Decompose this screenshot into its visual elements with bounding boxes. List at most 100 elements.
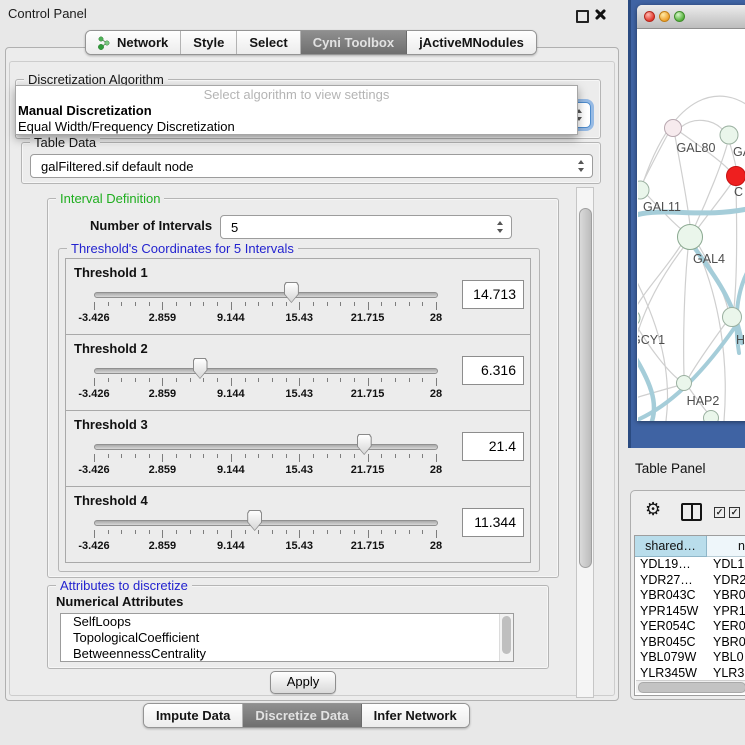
tab-select[interactable]: Select: [237, 31, 300, 54]
attribute-item-topologicalcoefficient[interactable]: TopologicalCoefficient: [61, 630, 513, 646]
table-row[interactable]: YBR045CYBR0: [635, 635, 745, 651]
tick-mark: [299, 530, 300, 538]
close-traffic-light-icon[interactable]: [644, 11, 655, 22]
table-cell[interactable]: YLR3: [707, 666, 745, 682]
threshold-value-field[interactable]: 14.713: [462, 280, 524, 309]
table-cell[interactable]: YBL079W: [635, 650, 707, 666]
gal80-node[interactable]: [665, 120, 682, 137]
table-cell[interactable]: YER0: [707, 619, 745, 635]
slider-thumb[interactable]: [357, 434, 372, 455]
split-columns-icon[interactable]: [681, 503, 702, 521]
table-data-combobox[interactable]: galFiltered.sif default node: [30, 154, 593, 178]
panel-title: Control Panel: [8, 6, 87, 21]
gal4-node[interactable]: [678, 225, 703, 250]
table-row[interactable]: YPR145WYPR1: [635, 604, 745, 620]
table-cell[interactable]: YBL0: [707, 650, 745, 666]
tick-label: 2.859: [149, 464, 177, 476]
apply-button[interactable]: Apply: [270, 671, 336, 694]
attribute-item-betweennesscentrality[interactable]: BetweennessCentrality: [61, 646, 513, 662]
algorithm-option-manual-discretization[interactable]: Manual Discretization: [16, 103, 577, 119]
bottom-node[interactable]: [704, 411, 719, 422]
minimize-traffic-light-icon[interactable]: [659, 11, 670, 22]
tick-label: 9.144: [217, 540, 245, 552]
table-cell[interactable]: YPR1: [707, 604, 745, 620]
table-cell[interactable]: YBR045C: [635, 635, 707, 651]
scrollbar-thumb[interactable]: [502, 616, 511, 654]
slider-track[interactable]: [94, 292, 438, 298]
panel-scrollbar[interactable]: [576, 187, 594, 698]
tab-discretize-data[interactable]: Discretize Data: [243, 704, 361, 727]
table-cell[interactable]: YDR27…: [635, 573, 707, 589]
tab-jactivemnodules[interactable]: jActiveMNodules: [407, 31, 536, 54]
table-cell[interactable]: YBR043C: [635, 588, 707, 604]
list-scrollbar[interactable]: [499, 614, 513, 661]
slider-thumb[interactable]: [193, 358, 208, 379]
checkbox-icon[interactable]: ✓: [729, 507, 740, 518]
tick-label: 28: [430, 540, 442, 552]
tick-mark: [395, 454, 396, 458]
tick-mark: [272, 302, 273, 306]
window-titlebar[interactable]: [637, 5, 745, 29]
table-row[interactable]: YDL19…YDL1: [635, 557, 745, 573]
gear-icon[interactable]: ⚙: [645, 500, 661, 518]
table-row[interactable]: YLR345WYLR3: [635, 666, 745, 682]
table-row[interactable]: YBR043CYBR0: [635, 588, 745, 604]
slider-track[interactable]: [94, 368, 438, 374]
table-cell[interactable]: YDL19…: [635, 557, 707, 573]
number-of-intervals-combobox[interactable]: 5: [220, 215, 512, 239]
horizontal-scrollbar[interactable]: [636, 680, 745, 693]
tick-mark: [368, 378, 369, 386]
slider-thumb[interactable]: [284, 282, 299, 303]
tick-mark: [190, 378, 191, 382]
close-icon[interactable]: [594, 8, 606, 21]
top-right-node[interactable]: [720, 126, 738, 144]
threshold-value-field[interactable]: 11.344: [462, 508, 524, 537]
column-header-name[interactable]: na: [707, 536, 745, 557]
network-window: GAL80GACGAL11GAL4GCY1HHAP2: [637, 5, 745, 421]
checkbox-icon[interactable]: ✓: [714, 507, 725, 518]
float-window-icon[interactable]: [576, 10, 589, 23]
table-cell[interactable]: YBR0: [707, 635, 745, 651]
gal11-node[interactable]: [638, 181, 649, 199]
threshold-value-field[interactable]: 21.4: [462, 432, 524, 461]
tick-mark: [176, 378, 177, 382]
tab-network[interactable]: Network: [86, 31, 181, 54]
tick-mark: [108, 454, 109, 458]
right-mid-node[interactable]: [723, 308, 742, 327]
table-cell[interactable]: YLR345W: [635, 666, 707, 682]
tick-mark: [436, 378, 437, 386]
scrollbar-thumb[interactable]: [638, 682, 745, 693]
algorithm-option-equal-width-frequency-discretization[interactable]: Equal Width/Frequency Discretization: [16, 119, 577, 135]
slider-thumb[interactable]: [247, 510, 262, 531]
table-row[interactable]: YER054CYER0: [635, 619, 745, 635]
table-cell[interactable]: YER054C: [635, 619, 707, 635]
table-cell[interactable]: YBR0: [707, 588, 745, 604]
network-edge: [698, 184, 731, 228]
attribute-item-selfloops[interactable]: SelfLoops: [61, 614, 513, 630]
table-cell[interactable]: YDR2: [707, 573, 745, 589]
threshold-value-field[interactable]: 6.316: [462, 356, 524, 385]
attributes-list[interactable]: SelfLoopsTopologicalCoefficientBetweenne…: [60, 613, 514, 662]
table-row[interactable]: YDR27…YDR2: [635, 573, 745, 589]
column-header-shared-name[interactable]: shared…: [635, 536, 707, 557]
tick-mark: [94, 378, 95, 386]
tick-mark: [299, 378, 300, 386]
slider-track[interactable]: [94, 520, 438, 526]
thumb-face: [285, 283, 298, 302]
gcy1-node[interactable]: [638, 310, 640, 326]
tab-infer-network[interactable]: Infer Network: [362, 704, 469, 727]
tab-impute-data[interactable]: Impute Data: [144, 704, 243, 727]
cyni-toolbox-panel: Discretization Algorithm Select algorith…: [5, 47, 619, 701]
table-row[interactable]: YBL079WYBL0: [635, 650, 745, 666]
hap2-node[interactable]: [677, 376, 692, 391]
tick-mark: [313, 530, 314, 534]
zoom-traffic-light-icon[interactable]: [674, 11, 685, 22]
scrollbar-thumb[interactable]: [579, 208, 592, 568]
red-node[interactable]: [727, 167, 745, 186]
slider-track[interactable]: [94, 444, 438, 450]
tab-cyni-toolbox[interactable]: Cyni Toolbox: [301, 31, 407, 54]
table-cell[interactable]: YPR145W: [635, 604, 707, 620]
network-canvas[interactable]: GAL80GACGAL11GAL4GCY1HHAP2: [638, 29, 745, 421]
table-cell[interactable]: YDL1: [707, 557, 745, 573]
tab-style[interactable]: Style: [181, 31, 237, 54]
